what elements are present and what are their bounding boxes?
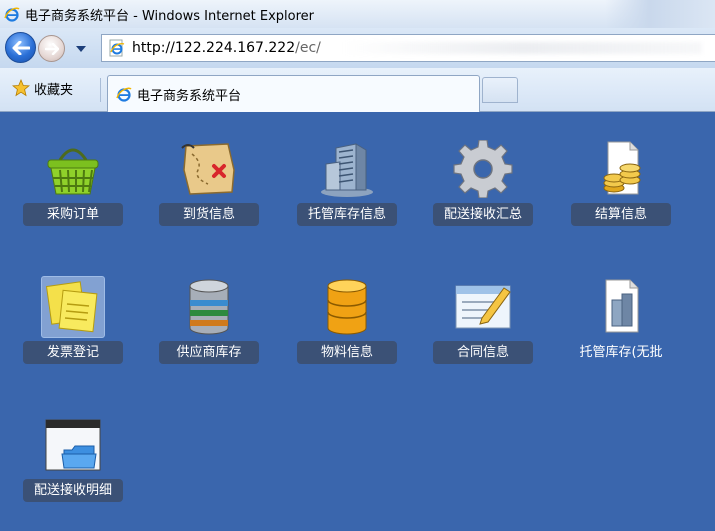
history-dropdown-button[interactable] [74,42,88,56]
navigation-bar: http://122.224.167.222/ec/ [0,28,715,68]
building-document-icon [589,276,653,338]
tile-invoice-registration[interactable]: 发票登记 [18,276,128,386]
url-text: http://122.224.167.222/ec/ [132,40,321,56]
favorites-button[interactable]: 收藏夹 [6,74,79,102]
star-icon [12,79,30,97]
tile-arrival-info[interactable]: 到货信息 [154,138,264,248]
pencil-form-icon [451,276,515,338]
arrow-right-icon [44,42,59,55]
chevron-down-icon [76,46,86,52]
tile-consignment-stock-info[interactable]: 托管库存信息 [292,138,402,248]
arrow-left-icon [12,40,30,55]
ie-page-icon [109,39,125,57]
folder-window-icon [41,414,105,476]
window-title: 电子商务系统平台 - Windows Internet Explorer [25,8,314,24]
address-bar[interactable]: http://122.224.167.222/ec/ [101,34,715,62]
tile-consignment-stock-no-batch[interactable]: 托管库存(无批 [566,276,676,386]
desktop-page: 采购订单 到货信息 托管库存信息 配送接收汇总 结算信息 发票登记 供应商库存 … [0,112,715,531]
tile-purchase-order[interactable]: 采购订单 [18,138,128,248]
shopping-basket-icon [41,138,105,200]
blurred-region [342,42,702,54]
tile-label: 托管库存信息 [297,203,397,226]
tile-delivery-summary[interactable]: 配送接收汇总 [428,138,538,248]
tile-label: 采购订单 [23,203,123,226]
tab-current[interactable]: 电子商务系统平台 [107,75,480,112]
tile-label: 配送接收明细 [23,479,123,502]
coins-document-icon [589,138,653,200]
tile-contract-info[interactable]: 合同信息 [428,276,538,386]
treasure-map-icon [177,138,241,200]
forward-button[interactable] [38,35,65,62]
window-controls[interactable] [605,0,715,28]
favorites-label: 收藏夹 [34,82,74,98]
gear-icon [451,138,515,200]
tile-label: 结算信息 [571,203,671,226]
gold-database-icon [315,276,379,338]
favorites-bar: 收藏夹 电子商务系统平台 [0,68,715,112]
tile-label: 发票登记 [23,341,123,364]
ie-logo-icon [116,87,132,102]
tile-label: 托管库存(无批 [579,345,663,360]
url-host: http://122.224.167.222 [132,40,296,56]
new-tab-button[interactable] [482,77,518,103]
tab-label: 电子商务系统平台 [137,88,242,104]
tile-supplier-stock[interactable]: 供应商库存 [154,276,264,386]
tile-material-info[interactable]: 物料信息 [292,276,402,386]
database-icon [177,276,241,338]
window-title-bar: 电子商务系统平台 - Windows Internet Explorer [0,0,715,28]
divider [100,78,101,102]
tile-label: 物料信息 [297,341,397,364]
tile-delivery-detail[interactable]: 配送接收明细 [18,414,128,524]
office-building-icon [315,138,379,200]
tile-label: 配送接收汇总 [433,203,533,226]
tile-label: 到货信息 [159,203,259,226]
back-button[interactable] [5,32,36,63]
url-path: /ec/ [295,40,321,56]
tile-label: 供应商库存 [159,341,259,364]
sticky-notes-icon [41,276,105,338]
tile-label: 合同信息 [433,341,533,364]
tile-settlement-info[interactable]: 结算信息 [566,138,676,248]
ie-logo-icon [4,7,20,22]
